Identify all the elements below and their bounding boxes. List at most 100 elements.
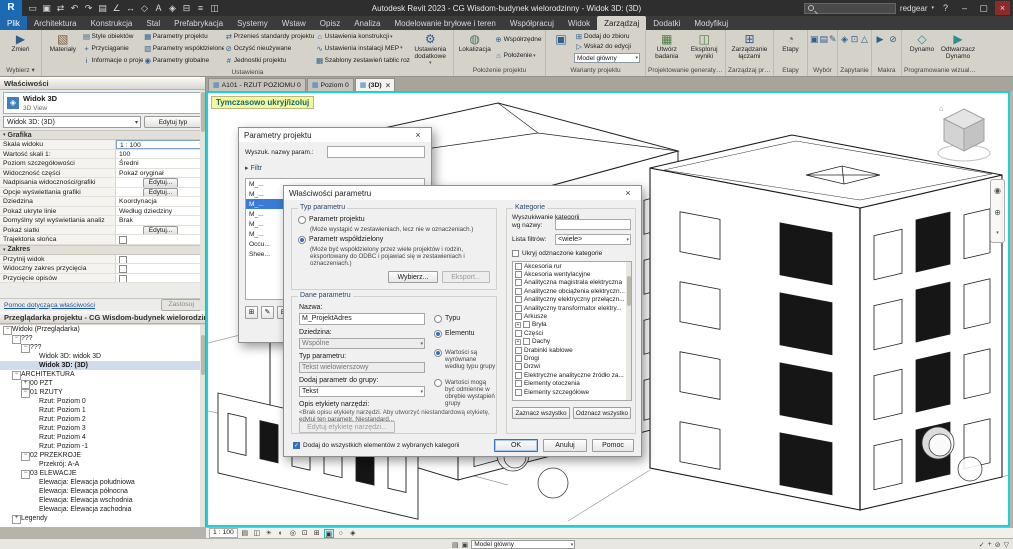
category-checkbox[interactable] — [515, 355, 522, 362]
tag-icon[interactable]: ◇ — [138, 2, 151, 15]
group-label-makra[interactable]: Makra — [872, 65, 901, 76]
ribbon-tab[interactable]: Konstrukcja — [84, 16, 140, 30]
rendering-icon[interactable]: ◎ — [288, 529, 298, 538]
expand-icon[interactable]: + — [515, 339, 521, 345]
reveal-hidden-elements-icon[interactable]: ○ — [336, 529, 346, 538]
ribbon-tab[interactable]: Widok — [561, 16, 597, 30]
dynamo-button[interactable]: ◇ Dynamo — [904, 31, 940, 64]
category-checkbox[interactable] — [515, 271, 522, 278]
properties-scrollbar[interactable] — [200, 90, 205, 311]
exclude-options-icon[interactable]: ⊘ — [995, 541, 1001, 549]
properties-help-link[interactable]: Pomoc dotycząca właściwości — [4, 302, 95, 309]
cancel-button[interactable]: Anuluj — [543, 439, 587, 452]
category-checkbox[interactable] — [515, 380, 522, 387]
tree-expand-icon[interactable] — [30, 398, 37, 405]
group-label-wybierz[interactable]: Wybierz ▾ — [0, 65, 41, 76]
tree-expand-icon[interactable] — [30, 497, 37, 504]
mep-settings-button[interactable]: ∿Ustawienia instalacji MEP▾ — [315, 43, 410, 53]
section-grafika[interactable]: ▾Grafika — [0, 130, 205, 140]
ribbon-tab[interactable]: Wstaw — [275, 16, 313, 30]
group-label-ustawienia[interactable]: Ustawienia — [42, 67, 453, 76]
tree-expand-icon[interactable] — [12, 335, 19, 342]
purge-unused-button[interactable]: ⊘Oczyść nieużywane▾ — [224, 43, 315, 53]
crop-region-icon[interactable]: ⊞ — [312, 529, 322, 538]
category-row[interactable]: + Analityczne obciążenia elektryczn... — [513, 287, 631, 295]
category-checkbox[interactable] — [515, 330, 522, 337]
ribbon-tab[interactable]: Zarządzaj — [597, 16, 646, 30]
editable-only-icon[interactable]: ✓ — [979, 541, 985, 549]
browser-item[interactable]: Rzut: Poziom 2 — [0, 415, 205, 424]
tree-expand-icon[interactable] — [30, 443, 37, 450]
browser-item[interactable]: 03 ELEWACJE — [0, 469, 205, 478]
modify-button[interactable]: ▶ Zmień — [2, 31, 39, 64]
crop-view-icon[interactable]: ⊡ — [300, 529, 310, 538]
browser-item[interactable]: Rzut: Poziom 0 — [0, 397, 205, 406]
ok-button[interactable]: OK — [494, 439, 538, 452]
tree-expand-icon[interactable] — [30, 425, 37, 432]
category-checkbox[interactable] — [515, 288, 522, 295]
snaps-button[interactable]: +Przyciąganie▾ — [82, 43, 143, 53]
browser-item[interactable]: Elewacja: Elewacja południowa — [0, 478, 205, 487]
check-none-button[interactable]: Odznacz wszystko — [573, 407, 631, 419]
browser-item[interactable]: Elewacja: Elewacja wschodnia — [0, 496, 205, 505]
position-button[interactable]: ⌂Położenie▾ — [494, 51, 543, 61]
instance-radio[interactable] — [434, 330, 442, 338]
tree-expand-icon[interactable] — [21, 380, 28, 387]
browser-item[interactable]: Przekrój: A-A — [0, 460, 205, 469]
category-checkbox[interactable] — [523, 321, 530, 328]
filter-icon[interactable]: ▽ — [1004, 541, 1009, 549]
print-icon[interactable]: ▤ — [96, 2, 109, 15]
section-icon[interactable]: ⊟ — [180, 2, 193, 15]
coordinates-button[interactable]: ⊕Współrzędne▾ — [494, 34, 543, 44]
filter-expander[interactable]: ▸ Filtr — [245, 164, 262, 172]
zoom-icon[interactable]: ⊕ — [994, 208, 1001, 217]
group-label-etapy[interactable]: Etapy — [774, 65, 807, 76]
phases-button[interactable]: ◔ Etapy — [776, 31, 805, 64]
save-selection-icon[interactable]: ▣ — [810, 32, 819, 47]
check-all-button[interactable]: Zaznacz wszystko — [512, 407, 570, 419]
materials-button[interactable]: ▧ Materiały — [44, 31, 82, 66]
tree-expand-icon[interactable] — [21, 470, 28, 477]
category-checkbox[interactable] — [515, 263, 522, 270]
close-button[interactable]: × — [995, 1, 1010, 15]
tree-expand-icon[interactable] — [30, 479, 37, 486]
category-row[interactable]: + Elementy szczegółowe — [513, 388, 631, 396]
browser-item[interactable]: Legendy — [0, 514, 205, 523]
edit-selection-icon[interactable]: ✎ — [829, 32, 837, 47]
browser-scrollbar[interactable] — [200, 325, 205, 527]
explore-outcomes-button[interactable]: ◫ Eksploruj wyniki — [686, 31, 724, 64]
structural-settings-button[interactable]: ⌂Ustawienia konstrukcji▾ — [315, 32, 410, 42]
hide-unchecked-checkbox[interactable] — [512, 250, 519, 257]
category-row[interactable]: + Drzwi — [513, 363, 631, 371]
select-shared-button[interactable]: Wybierz... — [388, 271, 438, 283]
category-row[interactable]: + Elementy otoczenia — [513, 379, 631, 387]
category-row[interactable]: + Analityczny elektryczny przełączn... — [513, 296, 631, 304]
browser-item[interactable]: 01 RZUTY — [0, 388, 205, 397]
discipline-dropdown[interactable]: Wspólne — [299, 338, 425, 349]
filter-list-dropdown[interactable]: <wiele> — [555, 234, 631, 245]
account-chevron-icon[interactable]: ▾ — [931, 5, 934, 11]
browser-item[interactable]: 02 PRZEKROJE — [0, 451, 205, 460]
group-label-zarzadzaj-projektem[interactable]: Zarządzaj projektem — [726, 65, 773, 76]
visual-style-icon[interactable]: ◫ — [252, 529, 262, 538]
tree-expand-icon[interactable] — [30, 362, 37, 369]
load-selection-icon[interactable]: ▤ — [820, 32, 829, 47]
shared-parameter-radio[interactable] — [298, 236, 306, 244]
detail-level-icon[interactable]: ▤ — [240, 529, 250, 538]
browser-item[interactable]: Rzut: Poziom 3 — [0, 424, 205, 433]
ribbon-tab[interactable]: Architektura — [27, 16, 84, 30]
category-checkbox[interactable] — [523, 338, 530, 345]
panel-schedule-templates-button[interactable]: ▦Szablony zestawień tablic rozdzielczych… — [315, 55, 410, 65]
add-to-all-elements-checkbox[interactable] — [293, 442, 300, 449]
tree-expand-icon[interactable] — [30, 488, 37, 495]
browser-item[interactable]: Rzut: Poziom 4 — [0, 433, 205, 442]
close-icon[interactable]: × — [620, 188, 636, 198]
manage-links-button[interactable]: ⊞ Zarządzanie łączami — [728, 31, 771, 64]
tree-expand-icon[interactable] — [30, 407, 37, 414]
project-parameters-button[interactable]: ▦Parametry projektu▾ — [143, 32, 224, 42]
warnings-icon[interactable]: △ — [860, 32, 869, 47]
macro-security-icon[interactable]: ⊘ — [887, 32, 899, 47]
search-input[interactable] — [804, 3, 896, 14]
navbar-chevron-icon[interactable]: ▾ — [996, 230, 999, 236]
ribbon-tab[interactable]: Modelowanie bryłowe i teren — [387, 16, 502, 30]
